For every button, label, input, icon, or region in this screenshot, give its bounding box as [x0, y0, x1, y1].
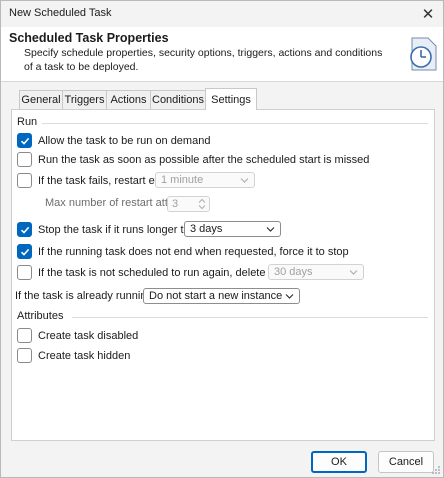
- force-stop-label: If the running task does not end when re…: [38, 245, 349, 258]
- cancel-button[interactable]: Cancel: [378, 451, 434, 473]
- resize-grip-icon[interactable]: [431, 465, 441, 475]
- delete-after-checkbox[interactable]: [17, 265, 32, 280]
- stop-duration-value: 3 days: [190, 223, 223, 235]
- run-group-label: Run: [17, 116, 38, 128]
- chevron-down-icon: [349, 270, 358, 275]
- stop-duration-select[interactable]: 3 days: [184, 221, 281, 237]
- restart-interval-value: 1 minute: [161, 174, 204, 186]
- create-hidden-checkbox[interactable]: [17, 348, 32, 363]
- checkmark-icon: [20, 226, 29, 234]
- create-disabled-checkbox[interactable]: [17, 328, 32, 343]
- max-restart-value: 3: [172, 198, 179, 210]
- allow-on-demand-option[interactable]: Allow the task to be run on demand: [17, 133, 210, 148]
- force-stop-option[interactable]: If the running task does not end when re…: [17, 244, 349, 259]
- already-running-value: Do not start a new instance: [149, 290, 283, 302]
- chevron-down-icon: [266, 227, 275, 232]
- tab-settings[interactable]: Settings: [205, 88, 257, 110]
- tab-actions[interactable]: Actions: [106, 90, 151, 109]
- create-disabled-option[interactable]: Create task disabled: [17, 328, 138, 343]
- delete-after-option[interactable]: If the task is not scheduled to run agai…: [17, 265, 302, 280]
- allow-on-demand-label: Allow the task to be run on demand: [38, 134, 211, 147]
- header-title: Scheduled Task Properties: [9, 31, 169, 45]
- dialog-header: Scheduled Task Properties Specify schedu…: [1, 27, 443, 82]
- tab-conditions[interactable]: Conditions: [150, 90, 206, 109]
- ok-button[interactable]: OK: [311, 451, 367, 473]
- already-running-row: If the task is already running:: [15, 290, 156, 302]
- create-disabled-label: Create task disabled: [38, 329, 139, 342]
- spinner-arrows-icon: [198, 198, 206, 210]
- attributes-group-divider: [72, 317, 428, 318]
- tab-general[interactable]: General: [19, 90, 63, 109]
- restart-on-fail-checkbox[interactable]: [17, 173, 32, 188]
- run-asap-option[interactable]: Run the task as soon as possible after t…: [17, 152, 369, 167]
- header-description: Specify schedule properties, security op…: [24, 47, 383, 73]
- run-asap-checkbox[interactable]: [17, 152, 32, 167]
- chevron-down-icon: [240, 178, 249, 183]
- dialog-footer: OK Cancel: [1, 441, 443, 477]
- close-icon[interactable]: ✕: [413, 1, 443, 27]
- tab-triggers[interactable]: Triggers: [62, 90, 107, 109]
- title-bar[interactable]: New Scheduled Task ✕: [1, 1, 443, 27]
- already-running-label: If the task is already running:: [15, 290, 156, 302]
- checkmark-icon: [20, 248, 29, 256]
- allow-on-demand-checkbox[interactable]: [17, 133, 32, 148]
- dialog-window: New Scheduled Task ✕ Scheduled Task Prop…: [0, 0, 444, 478]
- delete-after-label: If the task is not scheduled to run agai…: [38, 266, 303, 279]
- clock-icon: [410, 37, 437, 71]
- stop-if-longer-option[interactable]: Stop the task if it runs longer than:: [17, 222, 205, 237]
- stop-if-longer-label: Stop the task if it runs longer than:: [38, 223, 205, 236]
- force-stop-checkbox[interactable]: [17, 244, 32, 259]
- run-asap-label: Run the task as soon as possible after t…: [38, 153, 370, 166]
- restart-interval-select[interactable]: 1 minute: [155, 172, 255, 188]
- stop-if-longer-checkbox[interactable]: [17, 222, 32, 237]
- checkmark-icon: [20, 137, 29, 145]
- create-hidden-label: Create task hidden: [38, 349, 131, 362]
- already-running-select[interactable]: Do not start a new instance: [143, 288, 300, 304]
- run-group-divider: [42, 123, 428, 124]
- max-restart-spinner[interactable]: 3: [167, 196, 210, 212]
- window-title: New Scheduled Task: [9, 7, 112, 19]
- settings-panel: Run Allow the task to be run on demand R…: [11, 109, 435, 441]
- chevron-down-icon: [285, 294, 294, 299]
- attributes-group-label: Attributes: [17, 310, 64, 322]
- create-hidden-option[interactable]: Create task hidden: [17, 348, 130, 363]
- delete-after-select[interactable]: 30 days: [268, 264, 364, 280]
- delete-after-value: 30 days: [274, 266, 313, 278]
